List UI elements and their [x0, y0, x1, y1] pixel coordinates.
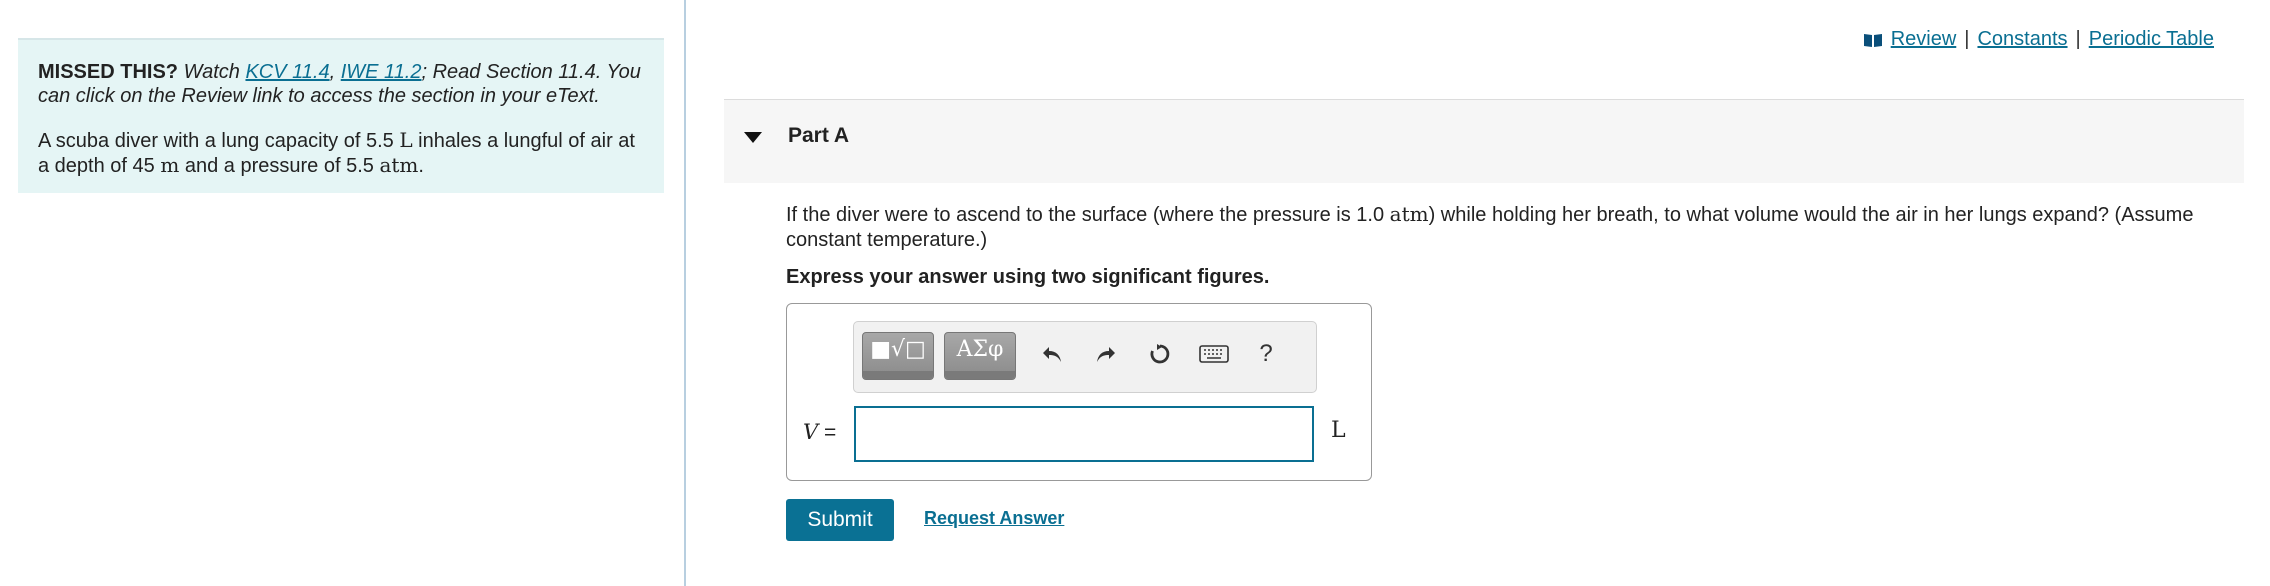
resource-links: Review | Constants | Periodic Table	[1863, 28, 2214, 51]
constants-link[interactable]: Constants	[1977, 28, 2067, 51]
question-text-1: If the diver were to ascend to the surfa…	[786, 204, 1385, 226]
book-icon	[1863, 32, 1883, 48]
answer-unit: L	[1331, 418, 1346, 443]
unit-meters: m	[160, 153, 180, 177]
panel-divider	[684, 0, 686, 586]
review-link[interactable]: Review	[1891, 28, 1957, 51]
unit-atm: atm	[379, 153, 419, 177]
answer-box: ■√□ ΑΣφ ? V = L	[786, 303, 1372, 481]
part-title: Part A	[788, 124, 850, 147]
separator: |	[1964, 28, 1970, 50]
answer-input[interactable]	[854, 406, 1314, 462]
help-icon[interactable]: ?	[1250, 338, 1282, 370]
templates-button[interactable]: ■√□	[862, 332, 934, 380]
kcv-link[interactable]: KCV 11.4	[245, 61, 329, 83]
undo-icon[interactable]	[1036, 338, 1068, 370]
problem-text-4: .	[418, 155, 424, 177]
redo-icon[interactable]	[1090, 338, 1122, 370]
unit-liters: L	[399, 128, 413, 152]
symbols-button[interactable]: ΑΣφ	[944, 332, 1016, 380]
left-panel: MISSED THIS? Watch KCV 11.4, IWE 11.2; R…	[0, 0, 684, 586]
problem-statement: A scuba diver with a lung capacity of 5.…	[38, 128, 644, 178]
submit-button[interactable]: Submit	[786, 499, 894, 541]
variable-label: V =	[803, 420, 836, 445]
periodic-table-link[interactable]: Periodic Table	[2089, 28, 2214, 51]
part-a-header[interactable]: Part A	[724, 99, 2244, 183]
separator: |	[2075, 28, 2081, 50]
problem-text-1: A scuba diver with a lung capacity of 5.…	[38, 130, 394, 152]
variable-symbol: V	[803, 420, 819, 444]
watch-text: Watch	[183, 61, 240, 83]
instruction-text: Express your answer using two significan…	[786, 266, 1270, 288]
missed-this-hint: MISSED THIS? Watch KCV 11.4, IWE 11.2; R…	[38, 60, 644, 108]
collapse-caret-icon[interactable]	[744, 132, 762, 143]
comma-text: ,	[329, 61, 336, 83]
problem-text-3: and a pressure of 5.5	[184, 155, 374, 177]
keyboard-icon[interactable]	[1198, 338, 1230, 370]
math-toolbar: ■√□ ΑΣφ ?	[853, 321, 1317, 393]
missed-label: MISSED THIS?	[38, 61, 179, 83]
hint-box: MISSED THIS? Watch KCV 11.4, IWE 11.2; R…	[18, 38, 664, 193]
question-text: If the diver were to ascend to the surfa…	[786, 202, 2226, 253]
question-unit-atm: atm	[1389, 202, 1429, 226]
request-answer-link[interactable]: Request Answer	[924, 508, 1064, 529]
iwe-link[interactable]: IWE 11.2	[341, 61, 422, 83]
equals-sign: =	[824, 421, 837, 444]
reset-icon[interactable]	[1144, 338, 1176, 370]
